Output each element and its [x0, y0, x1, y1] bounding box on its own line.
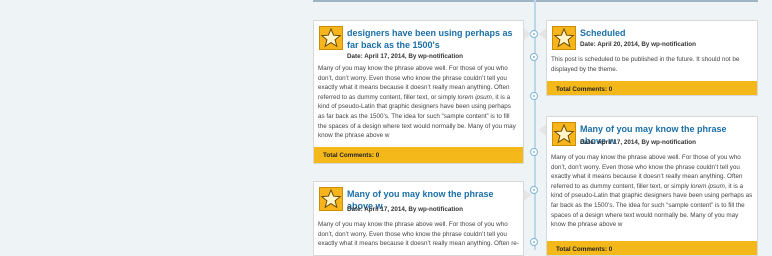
post-meta: Date: April 17, 2014, By wp-notification [580, 139, 696, 146]
star-icon[interactable] [552, 122, 576, 146]
timeline-dot [530, 92, 538, 100]
post-meta: Date: April 17, 2014, By wp-notification [347, 53, 463, 60]
post-excerpt: This post is scheduled to be published i… [551, 55, 753, 74]
star-icon[interactable] [319, 187, 343, 211]
timeline-dot [530, 238, 538, 246]
excerpt-emphasis: lorem ipsum [690, 182, 725, 190]
post-card: Scheduled Date: April 20, 2014, By wp-no… [546, 20, 758, 96]
timeline-dot [530, 30, 538, 38]
post-meta: Date: April 17, 2014, By wp-notification [347, 206, 463, 213]
post-title[interactable]: Scheduled [580, 27, 747, 39]
excerpt-text: This post is scheduled to be published i… [551, 56, 740, 73]
post-excerpt: Many of you may know the phrase above we… [318, 64, 519, 141]
comments-link[interactable]: Total Comments: 0 [547, 241, 757, 255]
post-pointer [539, 28, 546, 40]
comments-link[interactable]: Total Comments: 0 [314, 147, 523, 163]
timeline-dot [530, 53, 538, 61]
post-pointer [539, 124, 546, 136]
star-icon[interactable] [552, 26, 576, 50]
post-pointer [524, 189, 531, 201]
post-pointer [524, 28, 531, 40]
post-card: Many of you may know the phrase above w … [546, 116, 758, 256]
post-excerpt: Many of you may know the phrase above we… [551, 153, 753, 230]
star-icon[interactable] [319, 26, 343, 50]
excerpt-emphasis: lorem ipsum [457, 93, 492, 101]
timeline-dot [530, 148, 538, 156]
post-excerpt: Many of you may know the phrase above we… [318, 220, 519, 249]
comments-link[interactable]: Total Comments: 0 [547, 81, 757, 95]
post-meta: Date: April 20, 2014, By wp-notification [580, 41, 696, 48]
excerpt-text: Many of you may know the phrase above we… [318, 221, 519, 248]
timeline-dot [530, 186, 538, 194]
post-title[interactable]: designers have been using perhaps as far… [347, 27, 513, 51]
post-card: designers have been using perhaps as far… [313, 20, 524, 164]
post-card: Many of you may know the phrase above w … [313, 181, 524, 256]
